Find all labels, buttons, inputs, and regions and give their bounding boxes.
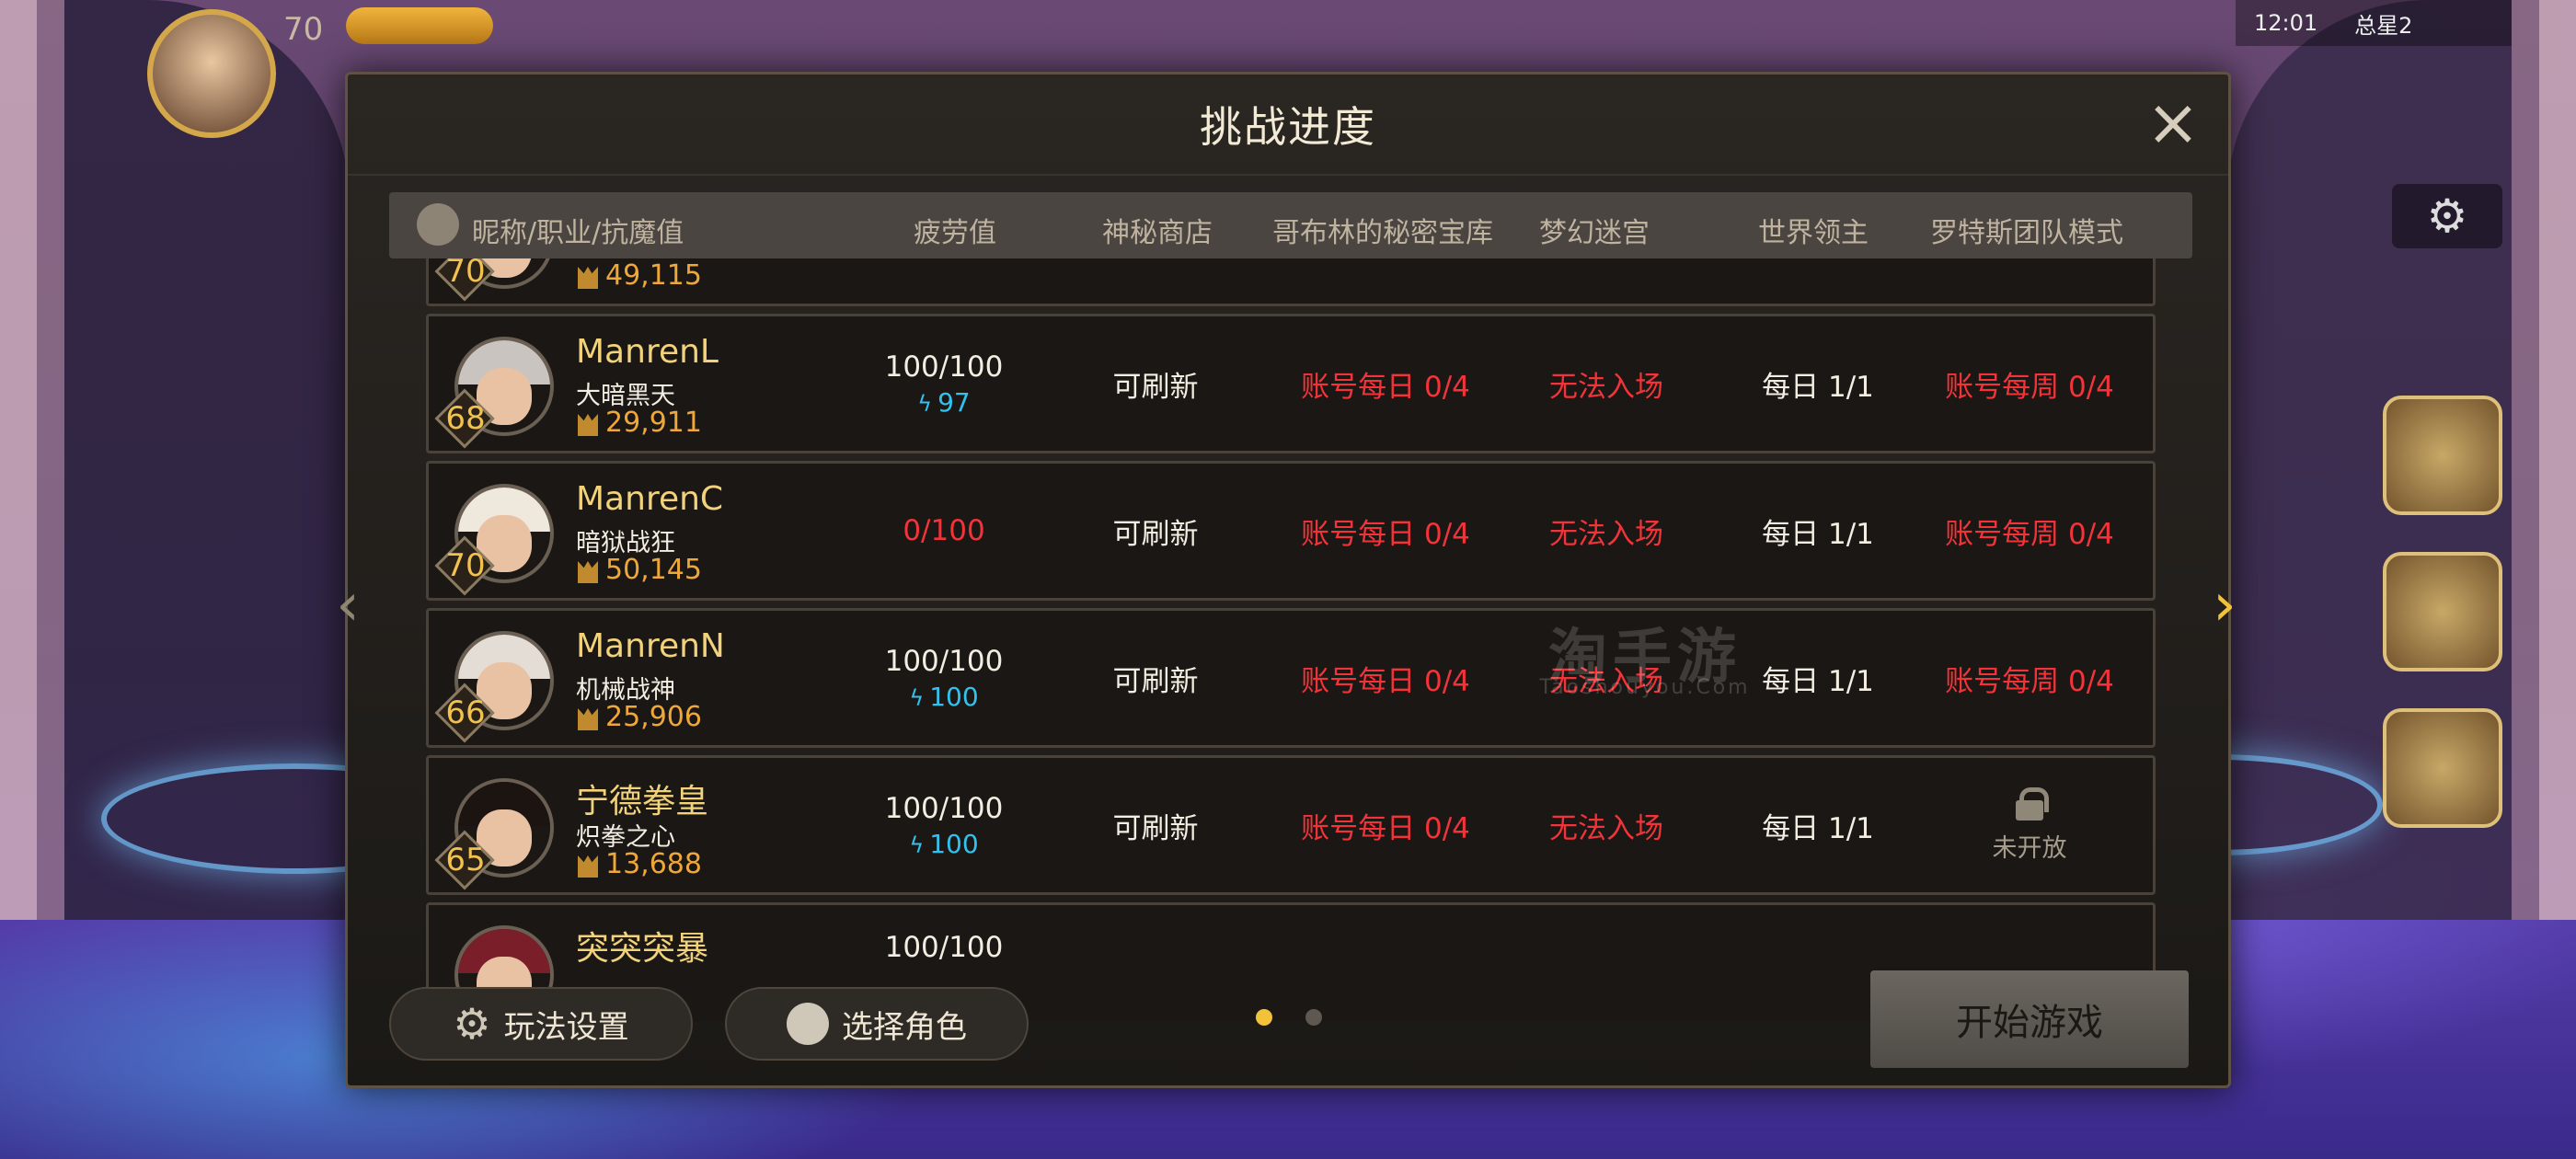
- header-shop: 神秘商店: [1102, 217, 1213, 249]
- character-power: 13,688: [605, 848, 702, 880]
- fatigue-value: 100/100: [884, 350, 1004, 384]
- column-header: 昵称/职业/抗魔值 疲劳值 神秘商店 哥布林的秘密宝库 梦幻迷宫 世界领主 罗特…: [389, 192, 2192, 258]
- fatigue-bonus-value: 97: [937, 386, 971, 418]
- character-list[interactable]: 70 49,115 68 ManrenL 大暗黑天 29,911 100/100…: [426, 258, 2156, 1022]
- table-row[interactable]: 66 ManrenN 机械战神 25,906 100/100 ϟ 100 可刷新 …: [426, 608, 2156, 748]
- page-dot-2[interactable]: [1305, 1009, 1322, 1026]
- character-select-icon: [787, 1003, 829, 1045]
- header-boss: 世界领主: [1758, 217, 1869, 249]
- rotes-status: 账号每周 0/4: [1945, 370, 2114, 404]
- character-level: 66: [445, 694, 486, 731]
- character-power: 29,911: [605, 407, 702, 439]
- bolt-icon: ϟ: [909, 832, 925, 858]
- fatigue-bonus: ϟ 97: [917, 387, 970, 418]
- bolt-icon: ϟ: [917, 390, 933, 417]
- demon-power-icon: [578, 267, 598, 289]
- gear-icon: ⚙: [453, 999, 491, 1049]
- table-row[interactable]: 70 ManrenC 暗狱战狂 50,145 0/100 可刷新 账号每日 0/…: [426, 461, 2156, 601]
- character-level: 70: [445, 547, 486, 584]
- maze-status: 无法入场: [1549, 517, 1663, 551]
- character-nickname: ManrenC: [576, 480, 724, 518]
- character-head-icon: [417, 203, 459, 246]
- boss-status: 每日 1/1: [1762, 517, 1874, 551]
- goblin-status: 账号每日 0/4: [1301, 517, 1470, 551]
- watermark-sub: Taoshouyou.Com: [1539, 676, 1751, 699]
- fatigue-cell: 100/100 ϟ 100: [843, 611, 1045, 745]
- fatigue-cell: 0/100: [843, 464, 1045, 598]
- table-row[interactable]: 68 ManrenL 大暗黑天 29,911 100/100 ϟ 97 可刷新 账…: [426, 314, 2156, 453]
- goblin-status: 账号每日 0/4: [1301, 664, 1470, 698]
- character-power: 25,906: [605, 701, 702, 733]
- player-avatar[interactable]: [147, 9, 276, 138]
- rotes-status: 账号每周 0/4: [1945, 517, 2114, 551]
- header-rotes: 罗特斯团队模式: [1930, 217, 2123, 249]
- header-nickname: 昵称/职业/抗魔值: [472, 217, 684, 249]
- demon-power-icon: [578, 561, 598, 583]
- status-bar: 12:01 总星2: [2236, 0, 2512, 46]
- character-level: 65: [445, 842, 486, 878]
- select-role-button[interactable]: 选择角色: [725, 987, 1029, 1061]
- rotes-locked-label: 未开放: [1992, 833, 2067, 863]
- fatigue-bonus-value: 100: [929, 828, 979, 859]
- settings-button[interactable]: ⚙ 玩法设置: [389, 987, 693, 1061]
- status-time: 12:01: [2254, 10, 2318, 36]
- header-maze: 梦幻迷宫: [1539, 217, 1650, 249]
- boss-status: 每日 1/1: [1762, 370, 1874, 404]
- character-nickname: ManrenL: [576, 333, 719, 371]
- rotes-locked-cell: 未开放: [1919, 758, 2140, 892]
- demon-power-icon: [578, 855, 598, 878]
- table-row[interactable]: 65 宁德拳皇 炽拳之心 13,688 100/100 ϟ 100 可刷新 账号每…: [426, 755, 2156, 895]
- character-nickname: ManrenN: [576, 627, 725, 665]
- fatigue-cell: 100/100 ϟ 97: [843, 316, 1045, 451]
- header-fatigue: 疲劳值: [914, 217, 996, 249]
- next-page-arrow-icon[interactable]: ›: [2206, 576, 2243, 635]
- side-menu-badge-2[interactable]: [2383, 552, 2502, 671]
- fatigue-bonus-value: 100: [929, 681, 979, 712]
- character-nickname: 宁德拳皇: [576, 783, 709, 820]
- side-menu-badge-1[interactable]: [2383, 396, 2502, 515]
- character-level: 68: [445, 400, 486, 437]
- fatigue-value: 100/100: [884, 931, 1004, 964]
- shop-status: 可刷新: [1112, 811, 1199, 845]
- goblin-status: 账号每日 0/4: [1301, 811, 1470, 845]
- prev-page-arrow-icon[interactable]: ‹: [329, 576, 366, 635]
- maze-status: 无法入场: [1549, 811, 1663, 845]
- bolt-icon: ϟ: [909, 684, 925, 711]
- character-power: 50,145: [605, 554, 702, 586]
- side-menu-badge-3[interactable]: [2383, 708, 2502, 828]
- fatigue-value: 0/100: [903, 514, 985, 547]
- lock-icon: [2016, 786, 2049, 820]
- fatigue-bonus: ϟ 100: [909, 682, 978, 712]
- goblin-status: 账号每日 0/4: [1301, 370, 1470, 404]
- maze-status: 无法入场: [1549, 370, 1663, 404]
- shop-status: 可刷新: [1112, 370, 1199, 404]
- gear-icon[interactable]: ⚙: [2392, 184, 2502, 248]
- character-power: 49,115: [605, 259, 702, 292]
- character-nickname: 突突突暴: [576, 930, 709, 968]
- header-goblin: 哥布林的秘密宝库: [1272, 217, 1493, 249]
- boss-status: 每日 1/1: [1762, 811, 1874, 845]
- dialog-title: 挑战进度: [348, 75, 2228, 176]
- select-role-button-label: 选择角色: [842, 1008, 967, 1046]
- page-indicator: [1256, 1009, 1322, 1026]
- player-level: 70: [283, 11, 324, 48]
- rotes-status: 账号每周 0/4: [1945, 664, 2114, 698]
- character-level: 70: [445, 258, 486, 290]
- demon-power-icon: [578, 708, 598, 730]
- table-row[interactable]: 70 49,115: [426, 258, 2156, 306]
- start-game-button[interactable]: 开始游戏: [1870, 970, 2189, 1068]
- close-icon[interactable]: ×: [2144, 90, 2202, 155]
- demon-power-icon: [578, 414, 598, 436]
- fatigue-cell: 100/100 ϟ 100: [843, 758, 1045, 892]
- shop-status: 可刷新: [1112, 664, 1199, 698]
- shop-status: 可刷新: [1112, 517, 1199, 551]
- currency-pill[interactable]: [346, 7, 493, 44]
- fatigue-bonus: ϟ 100: [909, 829, 978, 859]
- page-dot-1[interactable]: [1256, 1009, 1272, 1026]
- status-right: 总星2: [2354, 12, 2413, 39]
- fatigue-value: 100/100: [884, 644, 1004, 678]
- challenge-progress-dialog: 挑战进度 × 昵称/职业/抗魔值 疲劳值 神秘商店 哥布林的秘密宝库 梦幻迷宫 …: [345, 72, 2231, 1088]
- settings-button-label: 玩法设置: [503, 1008, 629, 1046]
- fatigue-value: 100/100: [884, 791, 1004, 825]
